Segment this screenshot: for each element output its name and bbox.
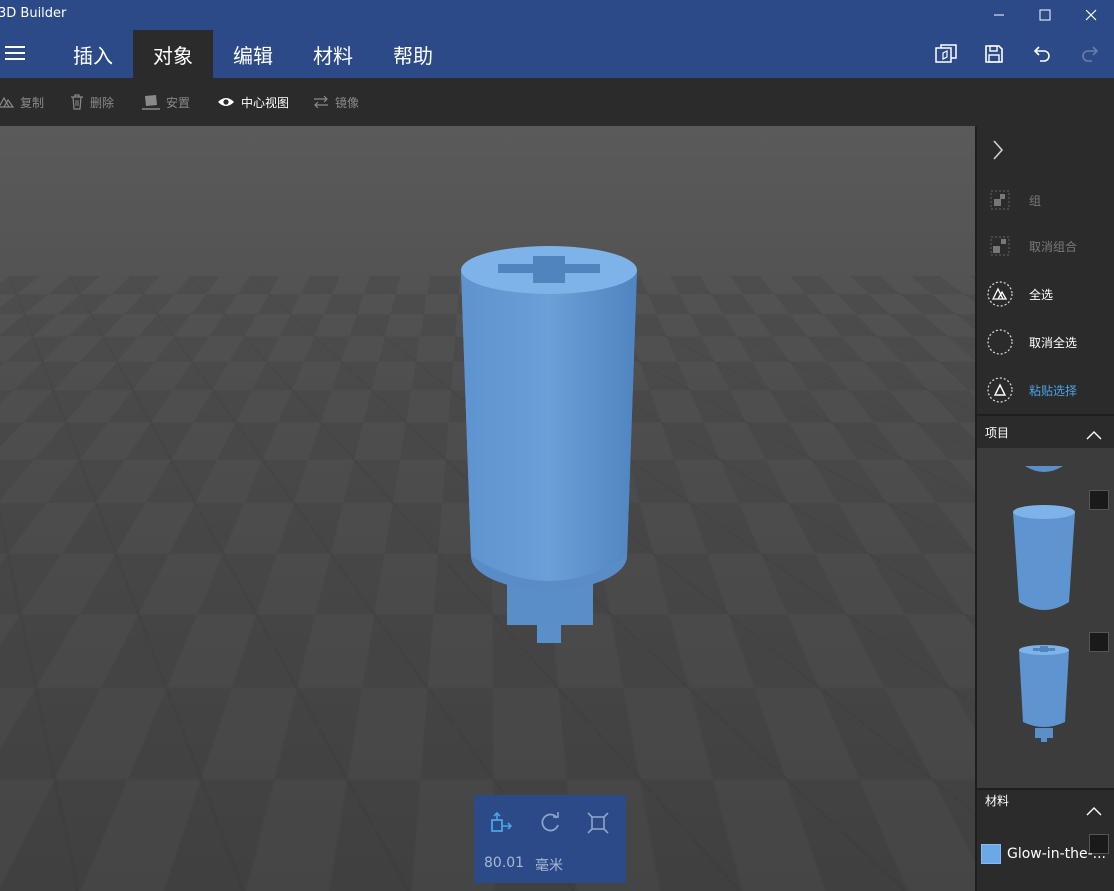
right-panel: 组 取消组合 全选 取消全选 粘贴选择 项目 材料 Glow-in-the-..…	[975, 126, 1114, 891]
group-button[interactable]: 组	[985, 183, 1110, 217]
maximize-button[interactable]	[1022, 0, 1068, 30]
divider	[977, 788, 1114, 790]
collapse-panel-button[interactable]	[991, 138, 1005, 166]
place-icon	[142, 95, 160, 110]
cube-view-icon	[935, 44, 957, 63]
rotate-tool-button[interactable]	[536, 809, 564, 837]
copy-label: 复制	[20, 95, 45, 110]
delete-label: 删除	[90, 95, 115, 110]
maximize-icon	[1039, 9, 1051, 21]
eye-icon	[218, 98, 234, 106]
place-label: 安置	[166, 95, 191, 110]
redo-icon	[1082, 46, 1099, 62]
paste-selection-label: 粘贴选择	[1029, 383, 1078, 398]
undo-icon	[1033, 46, 1050, 62]
close-button[interactable]	[1068, 0, 1114, 30]
app-title: 3D Builder	[0, 6, 67, 21]
chevron-right-icon	[993, 140, 1004, 160]
deselect-all-button[interactable]: 取消全选	[985, 325, 1110, 359]
tab-help[interactable]: 帮助	[373, 30, 453, 78]
copy-button[interactable]: 复制	[0, 92, 44, 112]
move-tool-button[interactable]	[487, 809, 515, 837]
scale-icon	[587, 812, 609, 834]
material-item[interactable]: Glow-in-the-...	[981, 844, 1106, 864]
mirror-button[interactable]: 镜像	[313, 92, 359, 112]
tab-edit[interactable]: 编辑	[213, 30, 293, 78]
select-all-button[interactable]: 全选	[985, 277, 1110, 311]
place-button[interactable]: 安置	[142, 92, 190, 112]
material-section-header[interactable]: 材料	[985, 792, 1110, 822]
trash-icon	[71, 94, 83, 110]
object-toolbar: 复制 删除 安置 中心视图 镜像	[0, 78, 1114, 126]
mirror-label: 镜像	[335, 95, 360, 110]
transform-panel: 80.01 毫米	[474, 795, 626, 883]
close-icon	[1085, 9, 1097, 21]
group-icon	[985, 185, 1015, 215]
copy-icon	[0, 96, 14, 108]
undo-button[interactable]	[1028, 40, 1056, 68]
tab-object[interactable]: 对象	[133, 30, 213, 78]
deselect-icon	[985, 327, 1015, 357]
items-list	[977, 448, 1114, 788]
paste-selection-icon	[985, 375, 1015, 405]
select-all-label: 全选	[1029, 287, 1054, 302]
paste-selection-button[interactable]: 粘贴选择	[985, 373, 1110, 407]
save-icon	[985, 45, 1003, 63]
material-section-title: 材料	[985, 794, 1010, 808]
ungroup-button[interactable]: 取消组合	[985, 229, 1110, 263]
cylinder-model[interactable]	[0, 126, 975, 891]
chevron-up-icon	[1086, 807, 1102, 816]
material-swatch	[981, 844, 1001, 864]
item-thumbnail-cylinder[interactable]	[977, 502, 1114, 622]
title-bar: 3D Builder	[0, 0, 1114, 30]
center-view-button[interactable]: 中心视图	[217, 92, 289, 112]
move-icon	[491, 811, 513, 832]
hamburger-menu-icon[interactable]	[5, 46, 25, 62]
scale-tool-button[interactable]	[584, 809, 612, 837]
group-label: 组	[1029, 193, 1042, 208]
ungroup-icon	[985, 231, 1015, 261]
unit-label[interactable]: 毫米	[535, 855, 563, 875]
ungroup-label: 取消组合	[1029, 239, 1078, 254]
tab-material[interactable]: 材料	[293, 30, 373, 78]
app-window: 3D Builder 插入 对象 编辑 材料 帮助 复制 删除 安置 中心视图 …	[0, 0, 1114, 891]
menu-bar: 插入 对象 编辑 材料 帮助	[0, 30, 1114, 78]
3d-viewport[interactable]	[0, 126, 975, 891]
mirror-icon	[314, 95, 328, 109]
minimize-icon	[994, 14, 1004, 16]
item-thumbnail-full-model[interactable]	[977, 644, 1114, 764]
chevron-up-icon	[1086, 431, 1102, 440]
center-view-label: 中心视图	[241, 95, 290, 110]
redo-button[interactable]	[1076, 40, 1104, 68]
items-section-title: 项目	[985, 426, 1010, 440]
minimize-button[interactable]	[976, 0, 1022, 30]
tab-insert[interactable]: 插入	[53, 30, 133, 78]
material-name: Glow-in-the-...	[1007, 846, 1106, 862]
item-thumbnail-partial[interactable]	[977, 448, 1114, 478]
dimension-value[interactable]: 80.01	[484, 855, 524, 871]
deselect-all-label: 取消全选	[1029, 335, 1078, 350]
delete-button[interactable]: 删除	[70, 92, 114, 112]
rotate-icon	[541, 812, 559, 832]
3d-view-button[interactable]	[932, 40, 960, 68]
select-all-icon	[985, 279, 1015, 309]
divider	[977, 414, 1114, 416]
save-button[interactable]	[980, 40, 1008, 68]
